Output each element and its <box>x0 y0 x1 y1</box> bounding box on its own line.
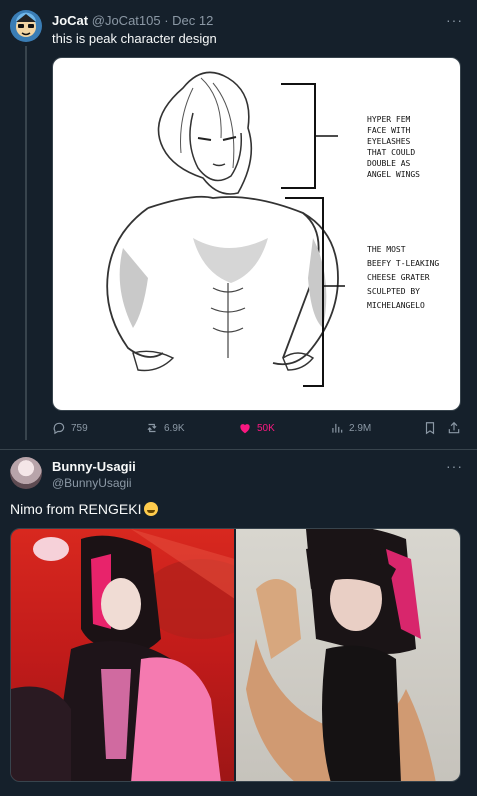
annotation-line: ANGEL WINGS <box>367 170 420 179</box>
thread-line <box>25 46 27 440</box>
annotation-line: FACE WITH <box>367 126 411 135</box>
views-count: 2.9M <box>349 422 372 434</box>
tweet-image[interactable]: HYPER FEM FACE WITH EYELASHES THAT COULD… <box>52 57 461 411</box>
reply-icon <box>53 422 65 435</box>
avatar[interactable] <box>10 10 42 42</box>
tweet-text-body: Nimo from RENGEKI <box>10 501 142 517</box>
annotation-line: MICHELANGELO <box>367 301 425 310</box>
bookmark-icon <box>425 422 435 435</box>
reply-button[interactable]: 759 <box>52 421 88 435</box>
repost-count: 6.9K <box>164 422 185 434</box>
bookmark-button[interactable] <box>423 421 437 435</box>
author-name[interactable]: JoCat <box>52 13 88 28</box>
annotation-top: HYPER FEM FACE WITH EYELASHES THAT COULD… <box>367 114 420 180</box>
sketch-drawing <box>106 71 345 387</box>
share-button[interactable] <box>447 421 461 435</box>
annotation-line: BEEFY T-LEAKING <box>367 259 440 268</box>
tweet-actions: 759 6.9K 50K 2.9M <box>52 421 464 439</box>
views-icon <box>332 423 343 433</box>
reply-count: 759 <box>71 422 88 434</box>
annotation-line: DOUBLE AS <box>367 159 411 168</box>
media-grid <box>10 528 461 782</box>
tweet-header: JoCat @JoCat105 · Dec 12 <box>52 13 213 28</box>
tweet-text: Nimo from RENGEKI <box>10 501 159 517</box>
author-handle[interactable]: @JoCat105 <box>92 13 161 28</box>
more-icon[interactable]: ··· <box>446 12 463 28</box>
tweet-date[interactable]: Dec 12 <box>172 13 213 28</box>
author-name[interactable]: Bunny-Usagii <box>52 459 136 474</box>
views-button[interactable]: 2.9M <box>330 421 371 435</box>
rofl-emoji-icon <box>144 502 159 516</box>
annotation-line: CHEESE GRATER <box>367 273 430 282</box>
photo-cosplay-kimono[interactable] <box>11 529 234 781</box>
photo-flexing-arm[interactable] <box>236 529 460 781</box>
repost-button[interactable]: 6.9K <box>145 421 185 435</box>
like-count: 50K <box>257 422 275 434</box>
cat-avatar-icon <box>16 14 36 37</box>
more-icon[interactable]: ··· <box>446 458 463 474</box>
share-icon <box>448 421 460 434</box>
annotation-line: HYPER FEM <box>367 115 411 124</box>
annotation-bottom: THE MOST BEEFY T-LEAKING CHEESE GRATER S… <box>367 243 439 313</box>
flexing-photo-art <box>246 529 436 781</box>
annotation-line: SCULPTED BY <box>367 287 420 296</box>
heart-icon <box>240 424 250 434</box>
repost-icon <box>147 423 157 433</box>
like-button[interactable]: 50K <box>238 421 275 435</box>
author-handle[interactable]: @BunnyUsagii <box>52 476 132 490</box>
avatar[interactable] <box>10 457 42 489</box>
annotation-line: THAT COULD <box>367 148 416 157</box>
annotation-line: EYELASHES <box>367 137 411 146</box>
annotation-line: THE MOST <box>367 245 406 254</box>
tweet-divider <box>0 449 477 450</box>
separator-dot: · <box>160 13 173 28</box>
kimono-photo-art <box>11 529 234 781</box>
tweet-text: this is peak character design <box>52 31 217 46</box>
